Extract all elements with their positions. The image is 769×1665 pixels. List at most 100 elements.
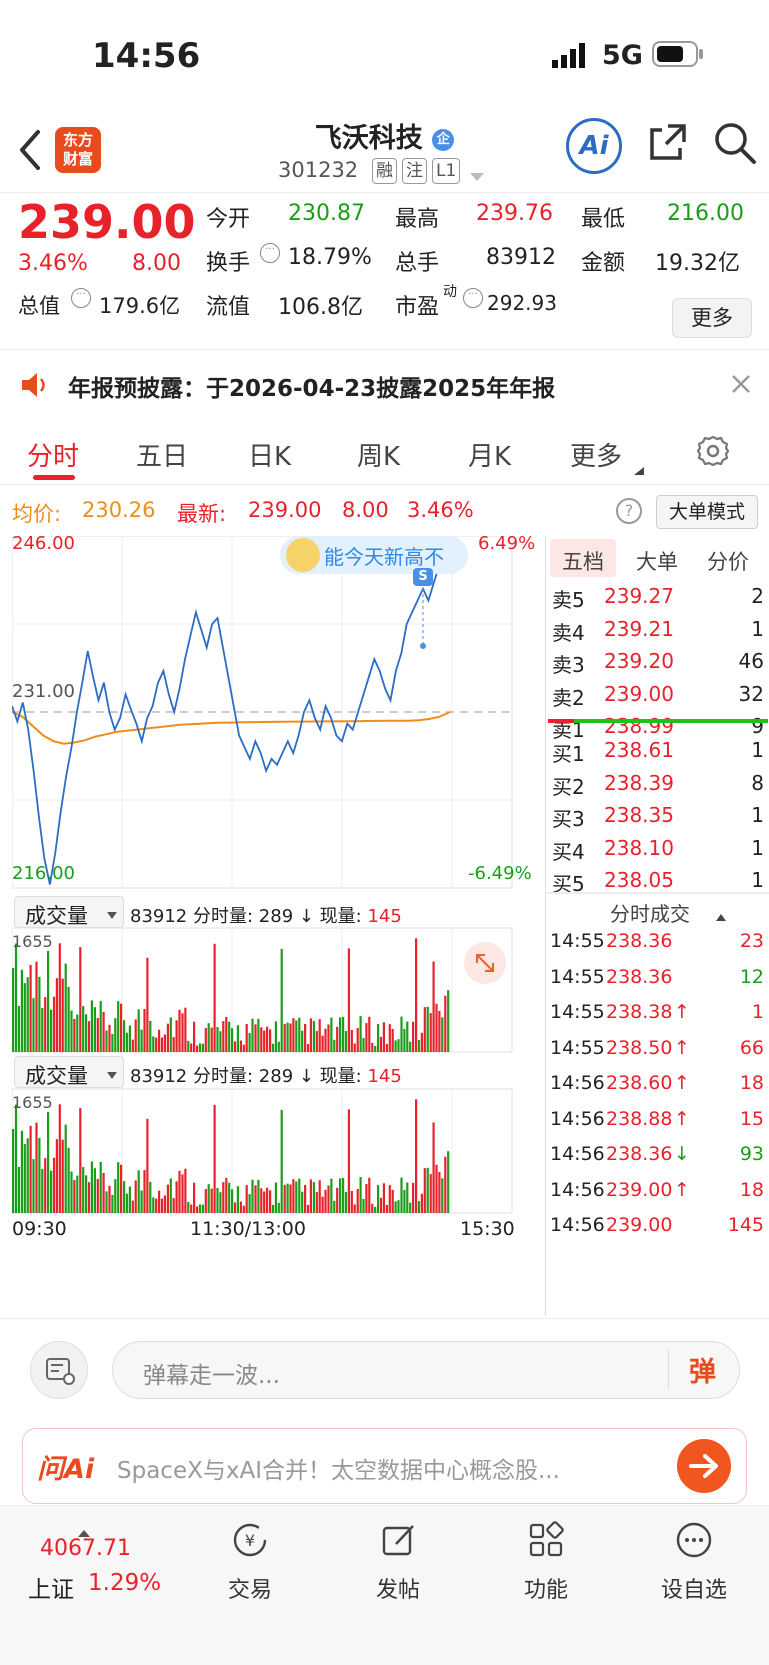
help-icon[interactable]: ?: [616, 498, 642, 524]
volume-bar: [444, 995, 447, 1052]
ask-row[interactable]: 卖5 239.27 2: [546, 584, 769, 619]
bid-row[interactable]: 买1 238.61 1: [546, 738, 769, 773]
volume-bar: [73, 1180, 76, 1213]
tab-daily-k[interactable]: 日K: [248, 436, 291, 473]
level-label: 买2: [552, 774, 585, 799]
share-icon[interactable]: [646, 120, 690, 168]
tab-five-day[interactable]: 五日: [136, 436, 188, 473]
level-label: 卖5: [552, 588, 585, 612]
volume-selector-1[interactable]: 成交量: [14, 896, 124, 928]
level-qty: 46: [738, 649, 764, 673]
volume-bar: [204, 1189, 207, 1213]
notice-bar[interactable]: 年报预披露：于2026-04-23披露2025年年报: [0, 355, 769, 415]
info-dots-icon[interactable]: ···: [71, 288, 91, 308]
volume-selector-2[interactable]: 成交量: [14, 1056, 124, 1088]
pe-label: 市盈: [395, 295, 440, 320]
tick-price: 239.00: [606, 1178, 673, 1201]
volume-bar: [175, 1020, 178, 1052]
comment-bar: 弹幕走一波... 弹: [0, 1318, 769, 1418]
more-triangle-icon: [634, 460, 644, 479]
nav-functions[interactable]: 功能: [486, 1520, 606, 1604]
volume-bar: [90, 1000, 93, 1052]
volume-bar: [99, 1001, 102, 1052]
volume-bar: [356, 1028, 359, 1052]
volume-bar: [76, 1175, 79, 1213]
clock: 14:56: [92, 36, 201, 76]
volume-bar: [379, 1036, 383, 1052]
settings-gear-icon[interactable]: [696, 434, 730, 472]
trade-icon: ¥: [233, 1523, 267, 1557]
intraday-chart[interactable]: 246.00 231.00 216.00 6.49% -6.49% 能今天新高不…: [11, 533, 544, 1316]
ask-row[interactable]: 卖4 239.21 1: [546, 617, 769, 652]
volume-bar: [187, 1040, 190, 1052]
volume-bar: [374, 1207, 377, 1213]
volume-bar: [347, 948, 350, 1052]
stock-header: 东方财富 飞沃科技 企 301232 融 注 L1 Ai: [0, 110, 769, 192]
danmaku-input[interactable]: 弹幕走一波... 弹: [112, 1341, 740, 1399]
tab-monthly-k[interactable]: 月K: [468, 436, 511, 473]
volume-bar: [169, 1178, 172, 1213]
volume-bar: [216, 1027, 219, 1052]
volume-bar: [274, 1021, 277, 1052]
volume-bar: [140, 1190, 143, 1213]
tab-intraday[interactable]: 分时: [27, 436, 79, 473]
volume-bar: [52, 996, 56, 1052]
volume-bar: [312, 1182, 315, 1213]
nav-post[interactable]: 发帖: [338, 1520, 458, 1604]
more-quote-button[interactable]: 更多: [672, 298, 752, 338]
bid-row[interactable]: 买2 238.39 8: [546, 771, 769, 806]
volume-bar: [26, 977, 29, 1052]
chevron-down-icon: [107, 905, 117, 924]
volume-bar: [283, 1184, 286, 1213]
index-name: 上证: [28, 1577, 74, 1603]
volume-bar: [108, 1024, 111, 1052]
send-danmaku-button[interactable]: 弹: [689, 1350, 716, 1389]
ai-prompt-bar[interactable]: 问Ai SpaceX与xAI合并！太空数据中心概念股...: [22, 1428, 747, 1504]
tab-price-dist[interactable]: 分价: [707, 546, 749, 576]
volume-bar: [251, 1018, 254, 1052]
info-dots-icon[interactable]: ···: [260, 243, 280, 263]
tab-big-order[interactable]: 大单: [636, 546, 678, 576]
volume-bar: [269, 1029, 272, 1052]
prediction-bubble[interactable]: 能今天新高不: [280, 536, 468, 574]
tick-qty: 18: [739, 1178, 764, 1201]
nav-watchlist[interactable]: 设自选: [634, 1520, 754, 1604]
ticks-title[interactable]: 分时成交: [610, 898, 690, 927]
tab-five-level[interactable]: 五档: [562, 546, 604, 576]
tag-level: L1: [432, 158, 461, 184]
level-price: 238.61: [604, 738, 674, 762]
index-widget[interactable]: 4067.71 上证 1.29%: [22, 1518, 172, 1603]
volume-bar: [371, 1042, 374, 1052]
volume-bar: [152, 1036, 155, 1052]
tab-more[interactable]: 更多: [570, 436, 622, 473]
big-order-mode-button[interactable]: 大单模式: [656, 495, 758, 529]
volume-bar: [306, 1044, 310, 1052]
tick-qty: 12: [739, 965, 764, 988]
close-icon[interactable]: [730, 373, 752, 399]
expand-icon[interactable]: [464, 942, 506, 984]
volume-bar: [447, 990, 450, 1052]
ask-row[interactable]: 卖2 239.00 32: [546, 682, 769, 717]
volume-bar: [73, 1019, 76, 1052]
ask-row[interactable]: 卖3 239.20 46: [546, 649, 769, 684]
dropdown-triangle-icon[interactable]: [470, 168, 484, 187]
volume-bar: [55, 1139, 58, 1213]
nav-trade[interactable]: ¥ 交易: [190, 1520, 310, 1604]
volume-bar: [210, 1027, 213, 1052]
volume-bar: [444, 1156, 447, 1213]
info-dots-icon[interactable]: ···: [463, 288, 483, 308]
bid-row[interactable]: 买3 238.35 1: [546, 803, 769, 838]
volume-bar: [315, 1031, 318, 1052]
tab-weekly-k[interactable]: 周K: [357, 436, 400, 473]
ai-button[interactable]: Ai: [566, 118, 622, 174]
arrow-right-icon[interactable]: [677, 1439, 731, 1493]
s-badge-icon[interactable]: S: [413, 568, 433, 586]
danmaku-settings-icon[interactable]: [30, 1341, 88, 1399]
volume-bar: [120, 1164, 123, 1213]
volume-bar: [377, 1185, 380, 1213]
bid-row[interactable]: 买4 238.10 1: [546, 836, 769, 871]
search-icon[interactable]: [712, 120, 758, 170]
volume-bar: [114, 1179, 117, 1213]
volume-bar: [339, 1017, 342, 1052]
level-price: 238.35: [604, 803, 674, 827]
